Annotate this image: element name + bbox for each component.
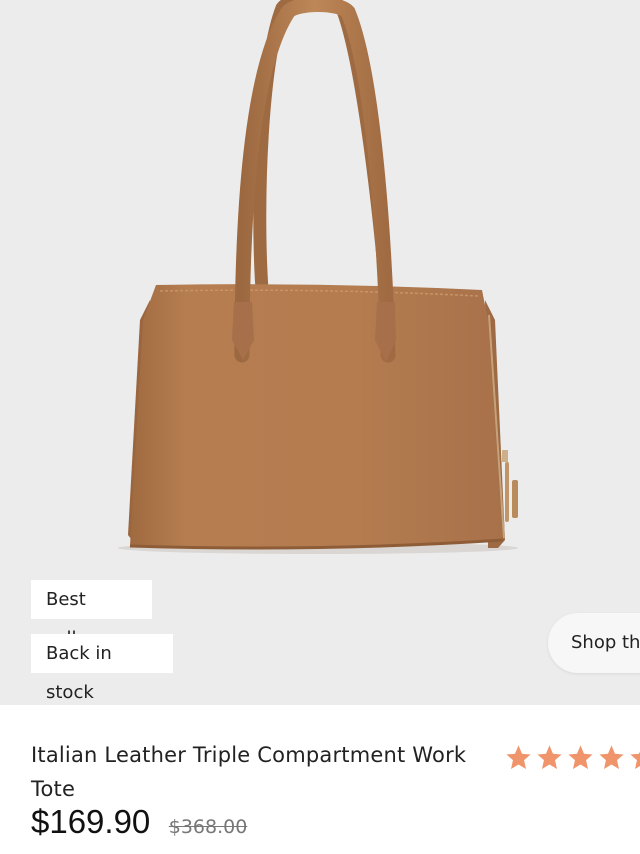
best-seller-badge: Best seller xyxy=(31,580,152,649)
star-icon xyxy=(630,751,640,769)
original-price: $368.00 xyxy=(168,816,248,838)
product-title[interactable]: Italian Leather Triple Compartment Work … xyxy=(31,738,481,806)
price-row: $169.90 $368.00 xyxy=(31,803,247,841)
shop-the-look-button[interactable]: Shop the xyxy=(548,613,640,673)
star-icon xyxy=(568,745,593,769)
star-rating[interactable] xyxy=(504,743,640,772)
product-image-area[interactable]: Best seller Back in stock Shop the xyxy=(0,0,640,705)
sale-price: $169.90 xyxy=(31,803,151,840)
star-icon xyxy=(537,745,562,769)
product-info: Italian Leather Triple Compartment Work … xyxy=(0,705,640,854)
back-in-stock-badge: Back in stock xyxy=(31,634,173,703)
star-icon xyxy=(599,745,624,769)
star-icon xyxy=(506,745,531,769)
